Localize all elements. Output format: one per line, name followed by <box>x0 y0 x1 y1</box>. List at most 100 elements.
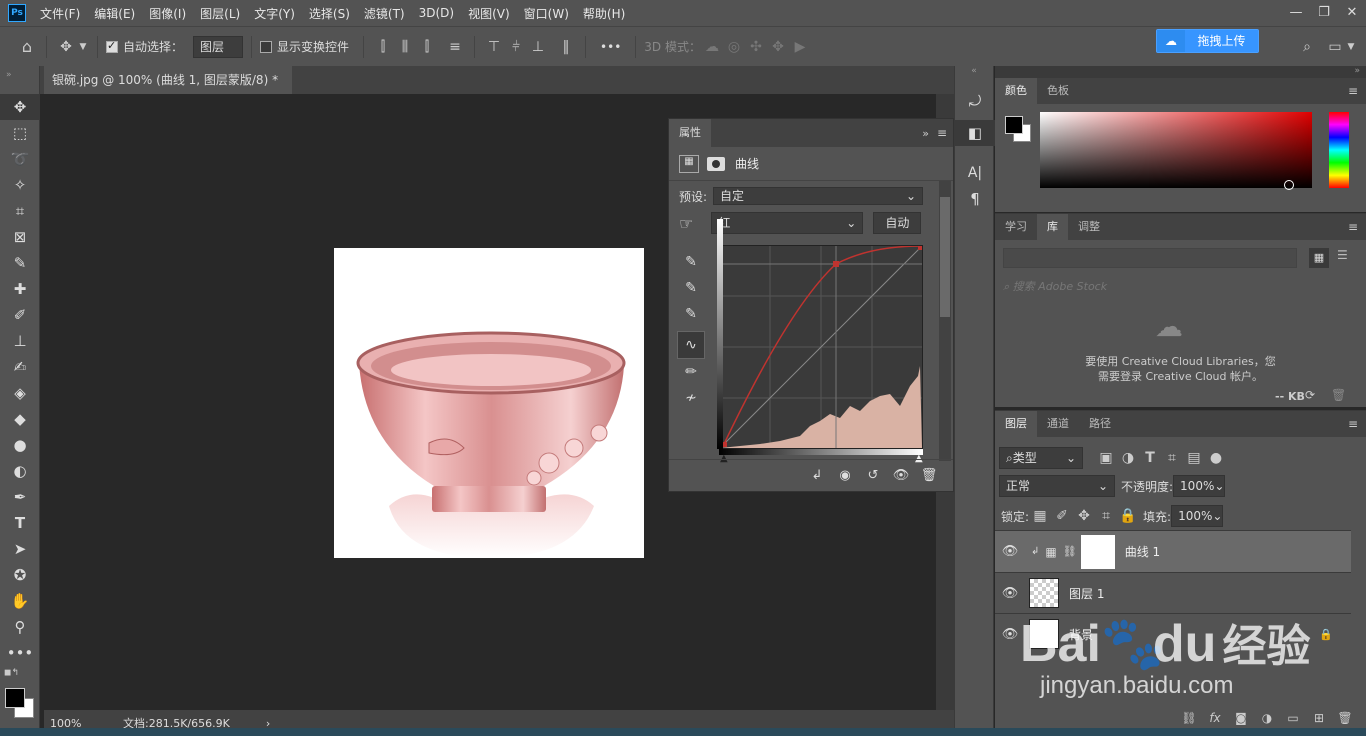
magic-wand-tool[interactable]: ✧ <box>0 172 40 198</box>
layer-mask-thumbnail[interactable] <box>1080 534 1115 569</box>
align-vcenter-icon[interactable]: ⫩ <box>505 39 527 55</box>
panel-menu-icon[interactable]: ≡ <box>937 126 947 140</box>
workspace-chevron-icon[interactable]: ▼ <box>1340 42 1362 52</box>
lock-transparent-icon[interactable]: ▦ <box>1029 508 1051 524</box>
new-adjustment-icon[interactable]: ◑ <box>1254 711 1280 725</box>
more-options-icon[interactable]: ••• <box>600 40 621 54</box>
hue-slider[interactable] <box>1329 112 1349 188</box>
auto-button[interactable]: 自动 <box>873 212 922 234</box>
auto-select-checkbox[interactable] <box>106 39 118 53</box>
layers-panel-menu-icon[interactable]: ≡ <box>1348 411 1358 437</box>
move-tool[interactable]: ✥ <box>0 94 40 120</box>
curve-point-tool-icon[interactable]: ∿ <box>677 331 705 359</box>
tab-properties[interactable]: 属性 <box>669 119 711 147</box>
history-panel-icon[interactable]: ⤾ <box>955 88 995 114</box>
default-colors-icon[interactable]: ◼↰ <box>4 668 19 678</box>
pen-tool[interactable]: ✒ <box>0 484 40 510</box>
delete-layer-icon[interactable]: 🗑 <box>1332 711 1358 725</box>
gray-point-eyedropper-icon[interactable]: ✎ <box>677 275 705 301</box>
list-view-icon[interactable]: ☰ <box>1337 248 1348 262</box>
align-hcenter-icon[interactable]: ⫼ <box>394 39 416 55</box>
link-layers-icon[interactable]: ⛓ <box>1176 711 1202 725</box>
preset-dropdown[interactable]: 自定 ⌄ <box>713 187 924 205</box>
character-panel-icon[interactable]: A| <box>955 160 995 186</box>
chevron-down-icon[interactable]: ▼ <box>77 42 89 52</box>
color-picker-handle[interactable] <box>1284 180 1294 190</box>
on-image-adjust-icon[interactable]: ☞ <box>679 214 693 233</box>
menu-layer[interactable]: 图层(L) <box>200 5 240 22</box>
opacity-field[interactable]: 100% ⌄ <box>1173 475 1226 497</box>
collapse-icons-icon[interactable]: « <box>955 66 993 86</box>
filter-type-icon[interactable]: T <box>1139 450 1161 466</box>
fill-field[interactable]: 100% ⌄ <box>1171 505 1224 527</box>
baidu-upload-button[interactable]: ☁ 拖拽上传 <box>1156 29 1259 53</box>
align-right-icon[interactable]: ⫿ <box>416 39 438 55</box>
history-brush-tool[interactable]: ✍ <box>0 354 40 380</box>
show-transform-checkbox[interactable] <box>260 40 273 53</box>
lock-all-icon[interactable]: 🔒 <box>1117 508 1139 524</box>
filter-pixel-icon[interactable]: ▣ <box>1095 450 1117 466</box>
marquee-tool[interactable]: ⬚ <box>0 120 40 146</box>
blur-tool[interactable]: ● <box>0 432 40 458</box>
curves-graph[interactable] <box>719 245 923 449</box>
slide-3d-icon[interactable]: ✥ <box>767 39 789 55</box>
healing-tool[interactable]: ✚ <box>0 276 40 302</box>
lock-artboard-icon[interactable]: ⌗ <box>1095 508 1117 524</box>
drag-3d-icon[interactable]: ✣ <box>745 39 767 55</box>
sync-icon[interactable]: ⟳ <box>1305 388 1315 402</box>
layer-row-curves[interactable]: 👁 ↲ ▦ ⛓ 曲线 1 <box>995 530 1351 572</box>
tab-channels[interactable]: 通道 <box>1037 411 1079 437</box>
stock-search-input[interactable]: ⌕ 搜索 Adobe Stock <box>1003 278 1107 294</box>
paint-bucket-tool[interactable]: ◆ <box>0 406 40 432</box>
menu-help[interactable]: 帮助(H) <box>583 5 625 22</box>
filter-shape-icon[interactable]: ⌗ <box>1161 450 1183 466</box>
type-tool[interactable]: T <box>0 510 40 536</box>
grid-view-icon[interactable]: ▦ <box>1309 248 1329 268</box>
lasso-tool[interactable]: ➰ <box>0 146 40 172</box>
align-top-icon[interactable]: ⊤ <box>483 39 505 55</box>
more-tools-icon[interactable]: ••• <box>0 640 40 666</box>
reset-icon[interactable]: ↺ <box>859 468 887 483</box>
blend-mode-dropdown[interactable]: 正常 ⌄ <box>999 475 1115 497</box>
path-select-tool[interactable]: ➤ <box>0 536 40 562</box>
roll-3d-icon[interactable]: ◎ <box>723 39 745 55</box>
menu-3d[interactable]: 3D(D) <box>419 6 454 20</box>
distribute-vertical-icon[interactable]: ‖ <box>555 39 577 55</box>
visibility-eye-icon[interactable]: 👁 <box>887 468 915 483</box>
tab-paths[interactable]: 路径 <box>1079 411 1121 437</box>
move-tool-icon[interactable]: ✥ <box>55 39 77 55</box>
foreground-color-swatch[interactable] <box>5 688 25 708</box>
library-panel-menu-icon[interactable]: ≡ <box>1348 214 1358 240</box>
auto-select-dropdown[interactable]: 图层 ⌄ <box>193 35 244 74</box>
3d-panel-icon[interactable]: ◧ <box>955 120 995 146</box>
filter-smart-object-icon[interactable]: ▤ <box>1183 450 1205 466</box>
channel-dropdown[interactable]: 红 ⌄ <box>711 212 864 234</box>
tab-libraries[interactable]: 库 <box>1037 214 1068 240</box>
library-select-dropdown[interactable] <box>1003 248 1297 268</box>
frame-tool[interactable]: ⊠ <box>0 224 40 250</box>
color-panel-menu-icon[interactable]: ≡ <box>1348 78 1358 104</box>
menu-file[interactable]: 文件(F) <box>40 5 80 22</box>
hand-tool[interactable]: ✋ <box>0 588 40 614</box>
white-point-eyedropper-icon[interactable]: ✎ <box>677 301 705 327</box>
filter-adjustment-icon[interactable]: ◑ <box>1117 450 1139 466</box>
tab-learn[interactable]: 学习 <box>995 214 1037 240</box>
menu-edit[interactable]: 编辑(E) <box>94 5 135 22</box>
layer-filter-dropdown[interactable]: ⌕ 类型 ⌄ <box>999 447 1083 469</box>
camera-3d-icon[interactable]: ▶ <box>789 39 811 55</box>
library-trash-icon[interactable]: 🗑 <box>1331 388 1346 402</box>
restore-icon[interactable]: ❐ <box>1310 3 1338 23</box>
new-layer-icon[interactable]: ⊞ <box>1306 711 1332 725</box>
align-bottom-icon[interactable]: ⊥ <box>527 39 549 55</box>
collapse-right-icon[interactable]: » <box>995 66 1366 78</box>
properties-scrollbar[interactable] <box>939 181 951 461</box>
mask-icon[interactable] <box>707 156 725 171</box>
stamp-tool[interactable]: ⊥ <box>0 328 40 354</box>
black-point-eyedropper-icon[interactable]: ✎ <box>677 249 705 275</box>
smooth-curve-icon[interactable]: ≁ <box>677 385 705 411</box>
menu-window[interactable]: 窗口(W) <box>524 5 569 22</box>
new-group-icon[interactable]: ▭ <box>1280 711 1306 725</box>
visibility-eye-icon[interactable]: 👁 <box>995 544 1025 559</box>
zoom-tool[interactable]: ⚲ <box>0 614 40 640</box>
shape-tool[interactable]: ✪ <box>0 562 40 588</box>
